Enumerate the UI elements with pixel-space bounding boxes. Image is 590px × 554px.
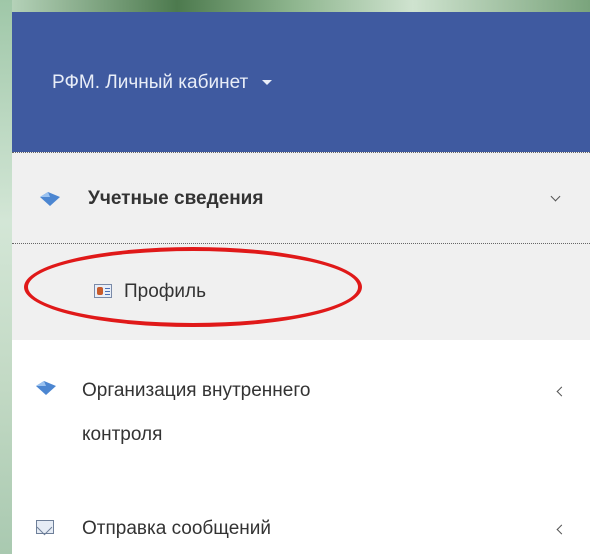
chevron-left-icon[interactable] xyxy=(556,386,567,397)
background-image-strip-left xyxy=(0,0,12,554)
menu-section-label: Учетные сведения xyxy=(88,188,264,209)
top-navbar: РФМ. Личный кабинет xyxy=(12,12,590,152)
menu-section-account-info[interactable]: Учетные сведения xyxy=(12,152,590,244)
menu-section-label: Отправка сообщений xyxy=(82,518,272,539)
brand-dropdown[interactable]: РФМ. Личный кабинет xyxy=(52,72,272,94)
sidebar-menu: Учетные сведения Профиль Организация вну… xyxy=(12,152,590,554)
menu-section-label-line2: контроля xyxy=(82,424,163,445)
diamond-icon xyxy=(40,192,60,206)
red-highlight-annotation xyxy=(24,247,362,327)
brand-label: РФМ. Личный кабинет xyxy=(52,72,249,93)
caret-down-icon xyxy=(261,80,272,86)
diamond-icon xyxy=(36,381,56,395)
chevron-down-icon[interactable] xyxy=(550,191,561,202)
envelope-icon xyxy=(36,520,54,534)
menu-section-label-line1: Организация внутреннего xyxy=(82,380,311,401)
chevron-left-icon[interactable] xyxy=(556,524,567,535)
